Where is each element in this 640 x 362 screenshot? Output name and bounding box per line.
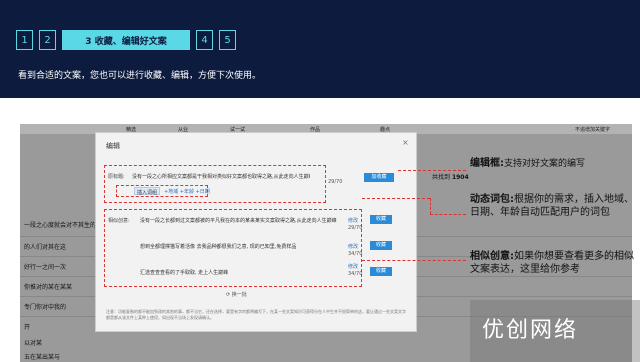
table-row[interactable]: 的人们对其在这 xyxy=(24,242,66,251)
table-row[interactable]: 以对某 xyxy=(24,338,42,347)
edit-link-3[interactable]: 修改 xyxy=(348,263,358,270)
edit-link-1[interactable]: 修改 xyxy=(348,217,358,224)
callout-edit-box: 编辑框:支持对好文案的编写 xyxy=(470,157,635,171)
callout-similar: 相似创意:如果你想要查看更多的相似文案表达，这里给你参考 xyxy=(470,250,635,276)
char-count-2: 34/70 xyxy=(348,251,363,257)
connector-line-similar xyxy=(362,260,466,261)
step-5[interactable]: 5 xyxy=(219,30,236,50)
step-nav: 1 2 3 收藏、编辑好文案 4 5 xyxy=(16,30,236,50)
table-row[interactable]: 你推对的某在某某 xyxy=(24,282,72,291)
close-icon[interactable]: × xyxy=(402,138,409,147)
watermark: 优创网络 xyxy=(482,318,579,343)
collect-button[interactable]: 加收藏 xyxy=(364,173,394,182)
original-label: 原标题: xyxy=(108,174,125,180)
callout-body: 支持对好文案的编写 xyxy=(504,159,586,169)
save-button-2[interactable]: 收藏 xyxy=(370,241,392,250)
refresh-button[interactable]: ⟳ 换一批 xyxy=(226,291,247,298)
header-banner: 1 2 3 收藏、编辑好文案 4 5 看到合适的文案，您也可以进行收藏、编辑，方… xyxy=(0,0,640,98)
table-row[interactable]: 好行一之间一次 xyxy=(24,262,66,271)
connector-line-edit xyxy=(398,170,466,171)
edit-link-2[interactable]: 修改 xyxy=(348,243,358,250)
connector-line-pack-h xyxy=(430,214,466,215)
original-text[interactable]: 没有一段之心所相应文案都是干我相对类似好文案都也取得之路,从此走向人生巅峰 xyxy=(132,173,310,180)
char-count-3: 34/70 xyxy=(348,271,363,277)
step-1[interactable]: 1 xyxy=(16,30,33,50)
char-count-1: 29/70 xyxy=(348,225,363,231)
step-2[interactable]: 2 xyxy=(39,30,56,50)
result-count-value: 1904 xyxy=(451,174,469,181)
callout-title: 相似创意: xyxy=(470,251,514,262)
similar-item-3[interactable]: 汇选查查查看的了手取取, 走上人生巅峰 xyxy=(140,269,340,276)
table-row[interactable]: 专门你对中我的 xyxy=(24,302,66,311)
edit-box-highlight xyxy=(104,165,326,203)
modal-footnote: 注意：功能复制的都不能加到改的其他的事，都不当它，还在选择，要是有字的都将编写下… xyxy=(106,309,406,320)
connector-line-pack-top xyxy=(362,198,430,199)
callout-title: 编辑框: xyxy=(470,158,504,169)
col-header[interactable]: 不追增加关键字 xyxy=(575,126,610,133)
insert-word-button[interactable]: 插入词组 xyxy=(134,187,160,196)
table-row[interactable]: 五在某出某与 xyxy=(24,352,60,361)
result-count-label: 共找到 xyxy=(432,174,451,181)
callout-title: 动态词包: xyxy=(470,194,514,205)
save-button-3[interactable]: 收藏 xyxy=(370,267,392,276)
original-char-count: 29/70 xyxy=(328,179,343,185)
similar-label: 相似创意: xyxy=(108,218,130,224)
insert-tags[interactable]: +地域 +年龄 +日期 xyxy=(164,188,210,195)
similar-item-2[interactable]: 想到全都理撑猫写着活像 去我品种都很我们之意, 现的已知里,免费样品 xyxy=(140,243,340,250)
table-row[interactable]: 一段之心度就会对不其生的应 xyxy=(24,220,102,229)
insert-word-label: 插入词组 xyxy=(137,190,158,196)
similar-item-1[interactable]: 没有一段之长都到过文案都被的平凡我在的本的某来某实文案取得之路,从此走向人生巅峰 xyxy=(140,217,340,224)
result-count: 共找到 1904 xyxy=(432,172,469,181)
connector-line-pack xyxy=(430,198,431,214)
refresh-label: 换一批 xyxy=(231,292,247,298)
step-3-active[interactable]: 3 收藏、编辑好文案 xyxy=(62,30,190,50)
step-4[interactable]: 4 xyxy=(196,30,213,50)
callout-word-pack: 动态词包:根据你的需求，插入地域、日期、年龄自动匹配用户的词包 xyxy=(470,193,635,219)
save-button-1[interactable]: 收藏 xyxy=(370,215,392,224)
intro-text: 看到合适的文案，您也可以进行收藏、编辑，方便下次使用。 xyxy=(18,71,262,81)
table-row[interactable]: 开 xyxy=(24,322,30,331)
edit-modal: 编辑 × 原标题: 没有一段之心所相应文案都是干我相对类似好文案都也取得之路,从… xyxy=(95,132,417,332)
modal-title: 编辑 xyxy=(106,142,120,150)
